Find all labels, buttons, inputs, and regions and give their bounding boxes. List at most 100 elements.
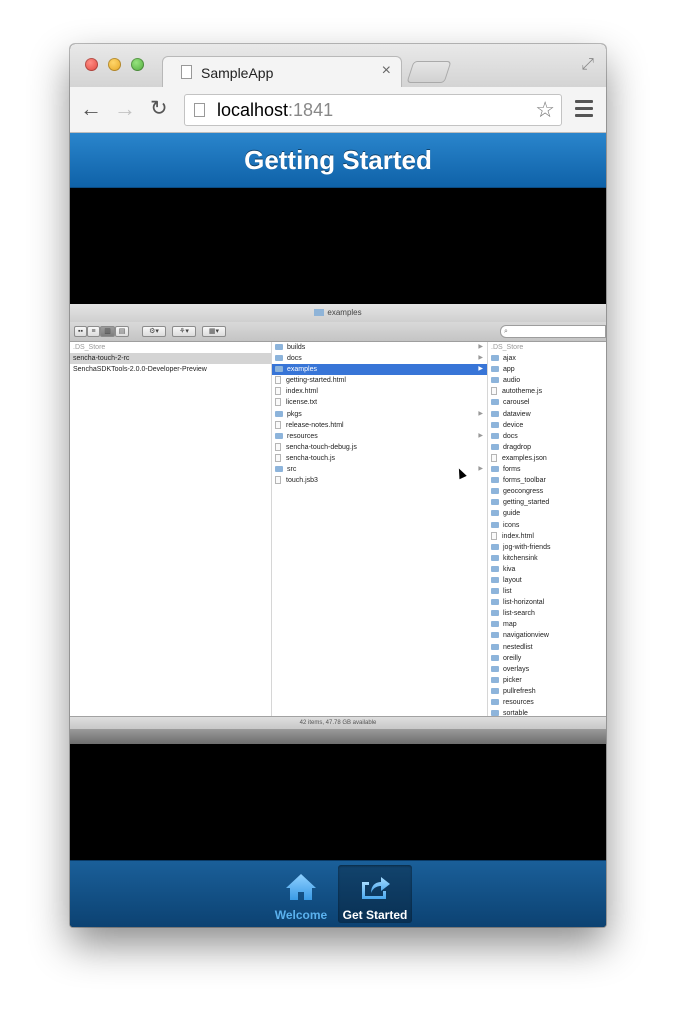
list-item: .DS_Store: [73, 344, 106, 351]
file-icon: [275, 398, 281, 407]
folder-icon: [491, 554, 499, 561]
list-item: release-notes.html: [272, 420, 487, 431]
list-item: map: [488, 619, 606, 630]
list-item: list-horizontal: [488, 597, 606, 608]
disclosure-arrow-icon: ▶: [478, 344, 483, 350]
folder-icon: [491, 377, 499, 384]
browser-tabbar: SampleApp × ⤢: [70, 44, 606, 87]
video-player[interactable]: examples ▪▪ ≡ ▥ ▤ ⚙▾ ⚘▾ ▦▾ ⌕ .DS_Store se…: [70, 188, 606, 860]
browser-toolbar: ← → ↻ localhost:1841 ☆: [70, 87, 606, 133]
finder-search-field: ⌕: [500, 325, 606, 338]
list-item: pkgs ▶: [272, 409, 487, 420]
finder-column-2: builds ▶ docs ▶ examples ▶ getting-started.htm…: [272, 342, 488, 716]
folder-icon: [491, 588, 499, 595]
folder-icon: [491, 443, 499, 450]
address-bar[interactable]: localhost:1841 ☆: [184, 94, 562, 126]
home-icon: [286, 874, 316, 900]
list-item: sencha-touch-2-rc: [70, 353, 271, 365]
list-item: list: [488, 586, 606, 597]
file-icon: [275, 476, 281, 485]
list-item: resources ▶: [272, 431, 487, 442]
finder-toolbar: ▪▪ ≡ ▥ ▤ ⚙▾ ⚘▾ ▦▾ ⌕: [70, 322, 606, 342]
file-icon: [275, 387, 281, 396]
list-item: resources: [488, 697, 606, 708]
minimize-window-button[interactable]: [108, 58, 121, 71]
disclosure-arrow-icon: ▶: [478, 366, 483, 373]
new-tab-button[interactable]: [406, 61, 452, 83]
close-window-button[interactable]: [85, 58, 98, 71]
list-item: touch.jsb3: [272, 475, 487, 486]
list-item: sencha-touch.js: [272, 453, 487, 464]
folder-icon: [275, 466, 283, 473]
reload-button[interactable]: ↻: [150, 97, 168, 121]
folder-icon: [491, 499, 499, 506]
finder-bottom-bar: [70, 729, 606, 744]
list-item: guide: [488, 508, 606, 519]
app-tabbar: Welcome Get Started: [70, 860, 606, 927]
file-icon: [275, 442, 281, 451]
folder-icon: [275, 432, 283, 439]
list-item: kitchensink: [488, 553, 606, 564]
tab-get-started-label: Get Started: [342, 908, 408, 922]
tab-close-icon[interactable]: ×: [382, 63, 391, 79]
file-icon: [275, 376, 281, 385]
folder-icon: [275, 410, 283, 417]
folder-icon: [491, 477, 499, 484]
folder-icon: [491, 421, 499, 428]
list-item: sortable: [488, 708, 606, 716]
folder-icon: [275, 355, 283, 362]
folder-icon: [491, 355, 499, 362]
list-item: .DS_Store: [491, 344, 524, 351]
list-item: icons: [488, 520, 606, 531]
folder-icon: [491, 565, 499, 572]
list-item: SenchaSDKTools-2.0.0-Developer-Preview: [73, 366, 207, 374]
folder-icon: [491, 432, 499, 439]
file-icon: [275, 420, 281, 429]
list-item: overlays: [488, 664, 606, 675]
back-button[interactable]: ←: [80, 97, 102, 121]
folder-icon: [491, 466, 499, 473]
url-text: localhost:1841: [217, 100, 334, 120]
list-item: app: [488, 364, 606, 375]
folder-icon: [275, 366, 283, 373]
list-item: list-search: [488, 608, 606, 619]
folder-icon: [491, 543, 499, 550]
list-item: docs ▶: [272, 353, 487, 364]
browser-tab-sampleapp[interactable]: SampleApp ×: [162, 56, 402, 87]
list-item: pullrefresh: [488, 686, 606, 697]
list-item: ajax: [488, 353, 606, 364]
folder-icon: [491, 488, 499, 495]
list-item: docs: [488, 431, 606, 442]
list-item: dragdrop: [488, 442, 606, 453]
folder-icon: [491, 621, 499, 628]
list-item: layout: [488, 575, 606, 586]
fullscreen-icon[interactable]: ⤢: [581, 56, 594, 74]
forward-button[interactable]: →: [114, 97, 136, 121]
list-item: license.txt: [272, 397, 487, 408]
disclosure-arrow-icon: ▶: [478, 432, 483, 439]
file-icon: [491, 531, 497, 540]
list-item: kiva: [488, 564, 606, 575]
tab-welcome[interactable]: Welcome: [264, 865, 338, 923]
disclosure-arrow-icon: ▶: [478, 410, 483, 417]
list-item: dataview: [488, 409, 606, 420]
file-icon: [491, 387, 497, 396]
list-item: getting_started: [488, 497, 606, 508]
finder-window-screenshot: examples ▪▪ ≡ ▥ ▤ ⚙▾ ⚘▾ ▦▾ ⌕ .DS_Store se…: [70, 304, 606, 744]
folder-icon: [491, 410, 499, 417]
folder-icon: [491, 632, 499, 639]
bookmark-star-icon[interactable]: ☆: [535, 97, 555, 123]
list-item: forms: [488, 464, 606, 475]
menu-icon[interactable]: [575, 100, 593, 121]
folder-icon: [491, 576, 499, 583]
finder-status: 42 items, 47.78 GB available: [70, 716, 606, 729]
disclosure-arrow-icon: ▶: [478, 355, 483, 362]
finder-column-3: .DS_Store ajax app audio autotheme.js carouse…: [488, 342, 606, 716]
folder-icon: [275, 344, 283, 350]
zoom-window-button[interactable]: [131, 58, 144, 71]
disclosure-arrow-icon: ▶: [478, 466, 483, 473]
list-item: device: [488, 420, 606, 431]
tab-get-started[interactable]: Get Started: [338, 865, 412, 923]
tab-welcome-label: Welcome: [274, 908, 328, 922]
folder-icon: [491, 687, 499, 694]
